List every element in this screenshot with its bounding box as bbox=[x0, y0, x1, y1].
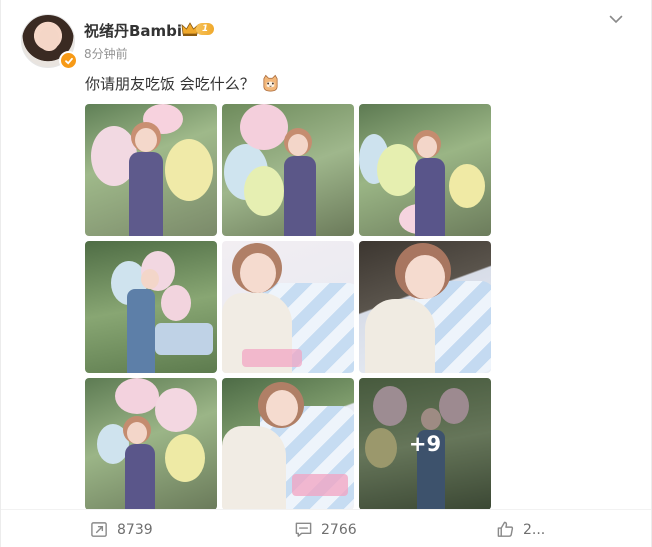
repost-count: 8739 bbox=[117, 521, 153, 538]
photo-thumbnail[interactable] bbox=[222, 241, 354, 373]
post-time[interactable]: 8分钟前 bbox=[84, 45, 128, 62]
verified-badge-icon bbox=[59, 51, 78, 70]
like-icon bbox=[497, 521, 514, 537]
more-photos-count: +9 bbox=[408, 432, 442, 456]
more-photos-overlay[interactable]: +9 bbox=[359, 378, 491, 510]
repost-icon bbox=[91, 522, 107, 537]
comment-button[interactable]: 2766 bbox=[294, 520, 357, 539]
photo-thumbnail[interactable] bbox=[85, 241, 217, 373]
photo-thumbnail[interactable] bbox=[359, 104, 491, 236]
post-text: 你请朋友吃饭 会吃什么？ bbox=[85, 73, 280, 94]
cat-face-emoji bbox=[263, 74, 278, 92]
photo-grid: +9 bbox=[85, 104, 491, 510]
photo-thumbnail[interactable] bbox=[222, 104, 354, 236]
action-bar: 8739 2766 2... bbox=[1, 517, 652, 543]
photo-thumbnail[interactable] bbox=[222, 378, 354, 510]
post-text-content: 你请朋友吃饭 会吃什么？ bbox=[85, 75, 255, 93]
photo-thumbnail-more[interactable]: +9 bbox=[359, 378, 491, 510]
repost-button[interactable]: 8739 bbox=[90, 520, 153, 539]
more-options-button[interactable] bbox=[605, 10, 627, 28]
photo-thumbnail[interactable] bbox=[85, 104, 217, 236]
comment-icon bbox=[295, 522, 312, 537]
comment-count: 2766 bbox=[321, 521, 357, 538]
weibo-post-card: 祝绪丹Bambi 1 8分钟前 你请朋友吃饭 会吃什么？ +9 8739 276… bbox=[0, 0, 652, 547]
like-button[interactable]: 2... bbox=[496, 520, 545, 539]
member-level: 1 bbox=[196, 23, 215, 35]
photo-thumbnail[interactable] bbox=[359, 241, 491, 373]
member-badge[interactable]: 1 bbox=[181, 21, 215, 37]
username[interactable]: 祝绪丹Bambi bbox=[84, 20, 182, 41]
photo-thumbnail[interactable] bbox=[85, 378, 217, 510]
avatar-face bbox=[39, 27, 59, 51]
like-count: 2... bbox=[523, 521, 546, 538]
chevron-down-icon bbox=[609, 15, 623, 23]
action-bar-divider bbox=[1, 509, 651, 510]
